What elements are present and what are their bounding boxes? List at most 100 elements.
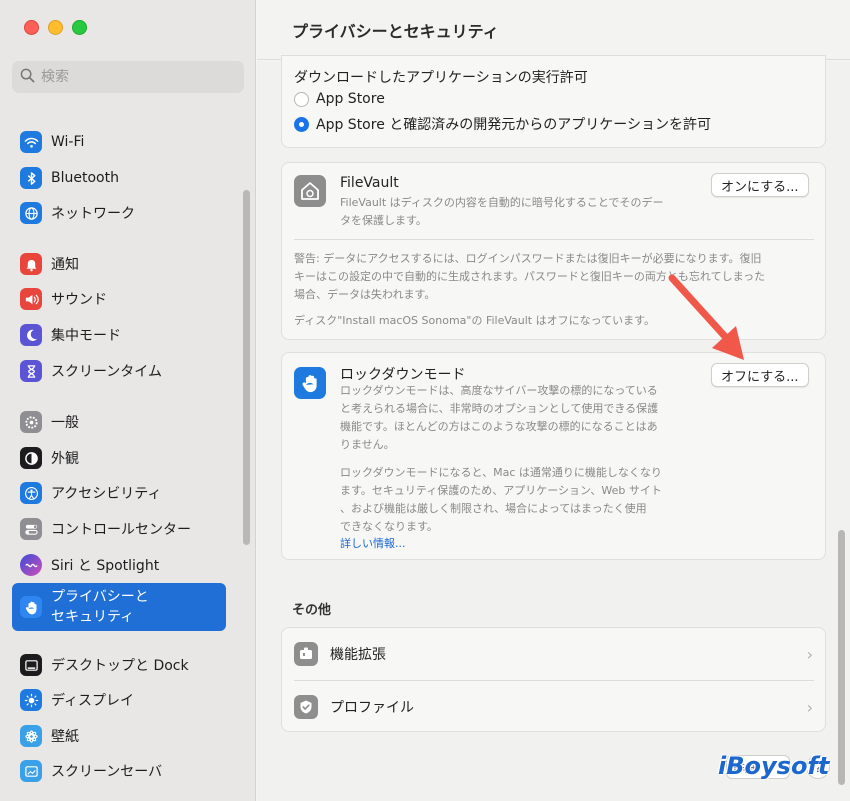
row-label: プロファイル bbox=[330, 700, 414, 716]
sidebar-scrollbar[interactable] bbox=[243, 190, 250, 545]
screensaver-icon bbox=[20, 760, 42, 782]
search-box[interactable] bbox=[12, 61, 244, 93]
sidebar-item-label: コントロールセンター bbox=[51, 522, 191, 538]
filevault-status: ディスク"Install macOS Sonoma"の FileVault はオ… bbox=[294, 314, 655, 327]
sidebar-item-general[interactable]: 一般 bbox=[12, 406, 226, 438]
lockdown-mode-card: ロックダウンモード オフにする... ロックダウンモードは、高度なサイバー攻撃の… bbox=[281, 352, 826, 560]
extensions-icon bbox=[294, 642, 318, 666]
filevault-warning-line3: 場合、データは失われます。 bbox=[294, 288, 436, 301]
sidebar-item-label: アクセシビリティ bbox=[51, 486, 162, 502]
radio-button[interactable] bbox=[294, 91, 309, 107]
other-section-heading: その他 bbox=[292, 603, 332, 618]
lockdown-text-line: ロックダウンモードは、高度なサイバー攻撃の標的になっている bbox=[340, 384, 658, 397]
lockdown-text-line: ます。セキュリティ保護のため、アプリケーション、Web サイト bbox=[340, 484, 662, 497]
filevault-title: FileVault bbox=[340, 175, 399, 191]
lockdown-text-line: 、および機能は厳しく制限され、場合によってはまったく使用 bbox=[340, 502, 647, 515]
sidebar-item-bluetooth[interactable]: Bluetooth bbox=[12, 162, 226, 194]
flower-icon bbox=[20, 725, 42, 747]
filevault-turn-on-button[interactable]: オンにする... bbox=[711, 173, 809, 197]
sidebar-item-screen-time[interactable]: スクリーンタイム bbox=[12, 355, 226, 387]
sidebar-item-siri-spotlight[interactable]: Siri と Spotlight bbox=[12, 549, 226, 581]
lockdown-text-line: ロックダウンモードになると、Mac は通常通りに機能しなくなり bbox=[340, 466, 662, 479]
bluetooth-icon bbox=[20, 167, 42, 189]
download-permission-heading: ダウンロードしたアプリケーションの実行許可 bbox=[294, 70, 588, 86]
accessibility-icon bbox=[20, 482, 42, 504]
sidebar-item-label: スクリーンセーバ bbox=[51, 764, 163, 780]
speaker-icon bbox=[20, 288, 42, 310]
main-scrollbar[interactable] bbox=[838, 530, 845, 785]
sidebar-item-notifications[interactable]: 通知 bbox=[12, 248, 226, 280]
hourglass-icon bbox=[20, 360, 42, 382]
radio-button-selected[interactable] bbox=[294, 116, 309, 132]
globe-icon bbox=[20, 202, 42, 224]
filevault-description-line1: FileVault はディスクの内容を自動的に暗号化することでそのデー bbox=[340, 196, 664, 209]
window-controls bbox=[24, 20, 87, 35]
sidebar-item-sound[interactable]: サウンド bbox=[12, 283, 226, 315]
extensions-row[interactable]: 機能拡張 › bbox=[282, 628, 827, 680]
download-permission-card: ダウンロードしたアプリケーションの実行許可 App Store App Stor… bbox=[281, 55, 826, 148]
appearance-icon bbox=[20, 447, 42, 469]
gear-icon bbox=[20, 411, 42, 433]
sidebar-item-control-center[interactable]: コントロールセンター bbox=[12, 513, 226, 545]
sidebar-item-label: 外観 bbox=[51, 451, 79, 467]
sidebar-item-screensaver[interactable]: スクリーンセーバ bbox=[12, 755, 226, 787]
sidebar-item-label: 通知 bbox=[51, 257, 79, 273]
profiles-row[interactable]: プロファイル › bbox=[282, 681, 827, 733]
lockdown-title: ロックダウンモード bbox=[340, 367, 466, 383]
sidebar-item-focus[interactable]: 集中モード bbox=[12, 319, 226, 351]
sidebar-item-wifi[interactable]: Wi-Fi bbox=[12, 126, 226, 158]
close-window-button[interactable] bbox=[24, 20, 39, 35]
row-label: 機能拡張 bbox=[330, 647, 386, 663]
sun-icon bbox=[20, 689, 42, 711]
radio-app-store[interactable]: App Store bbox=[294, 91, 385, 107]
sidebar-item-privacy-security[interactable]: プライバシーと セキュリティ bbox=[12, 583, 226, 631]
page-title: プライバシーとセキュリティ bbox=[292, 22, 499, 41]
filevault-icon bbox=[294, 175, 326, 207]
watermark-logo: iBoysoft bbox=[718, 752, 830, 780]
chevron-right-icon: › bbox=[806, 644, 813, 664]
sidebar-item-appearance[interactable]: 外観 bbox=[12, 442, 226, 474]
sidebar-item-label: デスクトップと Dock bbox=[51, 658, 189, 674]
toggles-icon bbox=[20, 518, 42, 540]
lockdown-hand-icon bbox=[294, 367, 326, 399]
sidebar-item-desktop-dock[interactable]: デスクトップと Dock bbox=[12, 649, 226, 681]
sidebar-item-label: 壁紙 bbox=[51, 729, 79, 745]
sidebar-item-label: サウンド bbox=[51, 292, 107, 308]
siri-icon bbox=[20, 554, 42, 576]
sidebar-item-label: スクリーンタイム bbox=[51, 364, 163, 380]
sidebar: Wi-Fi Bluetooth ネットワーク 通知 サウンド 集中モード bbox=[0, 0, 256, 801]
sidebar-item-label: ディスプレイ bbox=[51, 693, 135, 709]
title-bar: プライバシーとセキュリティ bbox=[257, 0, 850, 60]
sidebar-item-label: ネットワーク bbox=[51, 206, 135, 222]
search-icon bbox=[20, 68, 35, 87]
sidebar-item-label: Bluetooth bbox=[51, 170, 119, 186]
minimize-window-button[interactable] bbox=[48, 20, 63, 35]
hand-icon bbox=[20, 596, 42, 618]
lockdown-text-line: りません。 bbox=[340, 438, 395, 451]
learn-more-link[interactable]: 詳しい情報... bbox=[340, 535, 406, 551]
sidebar-item-label: プライバシーと セキュリティ bbox=[51, 589, 149, 625]
chevron-right-icon: › bbox=[806, 697, 813, 717]
radio-label: App Store と確認済みの開発元からのアプリケーションを許可 bbox=[316, 117, 711, 133]
annotation-arrow bbox=[668, 274, 744, 360]
other-list-card: 機能拡張 › プロファイル › bbox=[281, 627, 826, 732]
main-content: ダウンロードしたアプリケーションの実行許可 App Store App Stor… bbox=[257, 55, 850, 801]
sidebar-item-accessibility[interactable]: アクセシビリティ bbox=[12, 477, 226, 509]
radio-app-store-identified[interactable]: App Store と確認済みの開発元からのアプリケーションを許可 bbox=[294, 114, 711, 134]
bell-icon bbox=[20, 253, 42, 275]
dock-icon bbox=[20, 654, 42, 676]
lockdown-text-line: 機能です。ほとんどの方はこのような攻撃の標的になることはあ bbox=[340, 420, 658, 433]
sidebar-item-label: 集中モード bbox=[51, 328, 121, 344]
lockdown-turn-on-button[interactable]: オフにする... bbox=[711, 363, 809, 387]
zoom-window-button[interactable] bbox=[72, 20, 87, 35]
lockdown-text-line: できなくなります。 bbox=[340, 520, 438, 533]
sidebar-item-wallpaper[interactable]: 壁紙 bbox=[12, 720, 226, 752]
sidebar-item-label: Wi-Fi bbox=[51, 134, 85, 150]
filevault-description-line2: タを保護します。 bbox=[340, 214, 427, 227]
wifi-icon bbox=[20, 131, 42, 153]
sidebar-item-displays[interactable]: ディスプレイ bbox=[12, 684, 226, 716]
search-input[interactable] bbox=[41, 69, 231, 85]
sidebar-item-label: 一般 bbox=[51, 415, 79, 431]
sidebar-item-network[interactable]: ネットワーク bbox=[12, 197, 226, 229]
filevault-warning-line1: 警告: データにアクセスするには、ログインパスワードまたは復旧キーが必要になりま… bbox=[294, 252, 762, 265]
